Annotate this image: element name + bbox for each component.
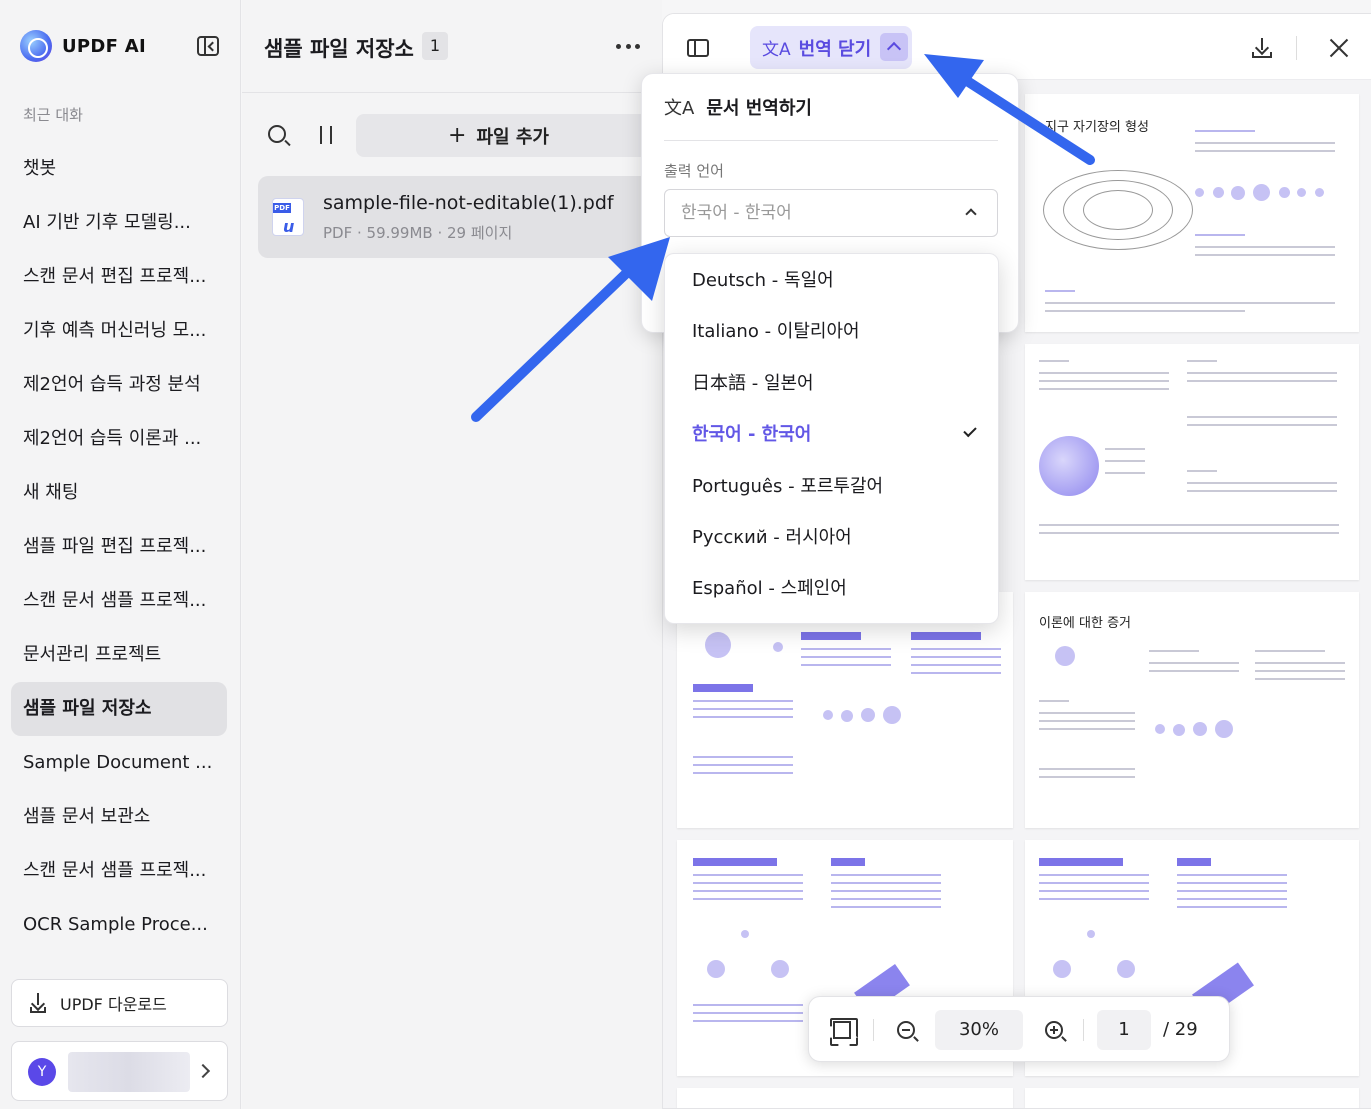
file-panel-header: 샘플 파일 저장소 1: [242, 0, 662, 93]
translate-icon: 文A: [762, 40, 791, 60]
plus-icon: +: [448, 123, 467, 148]
language-option[interactable]: Deutsch - 독일어: [665, 255, 998, 306]
language-option-label: 한국어 - 한국어: [692, 424, 812, 446]
pdf-badge: PDF: [273, 203, 291, 213]
sort-icon[interactable]: [316, 124, 336, 146]
page-thumbnail[interactable]: [677, 592, 1013, 828]
language-option[interactable]: Português - 포르투갈어: [665, 461, 998, 512]
updf-logo-icon: [20, 30, 52, 62]
chevron-right-icon: [195, 1063, 211, 1079]
divider: [664, 140, 998, 141]
page-number-input[interactable]: 1: [1097, 1010, 1151, 1050]
viewer-toolbar: 文A 번역 닫기: [663, 14, 1371, 80]
toolbar-divider: [1083, 1019, 1084, 1041]
add-file-label: 파일 추가: [476, 126, 549, 148]
chat-item[interactable]: 제2언어 습득 과정 분석: [11, 358, 227, 412]
add-file-button[interactable]: + 파일 추가: [356, 114, 656, 157]
chat-item[interactable]: AI 기반 기후 모델링...: [11, 196, 227, 250]
thumbnail-title: 지구 자기장의 형성: [1045, 120, 1149, 135]
file-meta: PDF · 59.99MB · 29 페이지: [323, 224, 513, 242]
file-panel: 샘플 파일 저장소 1 + 파일 추가 PDF u sample-file-no…: [242, 0, 662, 1109]
search-icon[interactable]: [268, 125, 286, 143]
language-option[interactable]: Italiano - 이탈리아어: [665, 306, 998, 357]
toggle-panel-icon[interactable]: [687, 39, 709, 57]
toolbar-divider: [1296, 36, 1297, 60]
chat-item[interactable]: 기후 예측 머신러닝 모...: [11, 304, 227, 358]
output-language-value: 한국어 - 한국어: [681, 203, 792, 223]
page-thumbnail[interactable]: [1025, 1088, 1359, 1108]
zoom-toolbar: 30% 1 / 29: [808, 996, 1230, 1062]
download-icon: [28, 993, 48, 1013]
language-option-selected[interactable]: 한국어 - 한국어: [665, 409, 998, 460]
page-title: 샘플 파일 저장소: [264, 37, 414, 61]
language-dropdown: Deutsch - 독일어 Italiano - 이탈리아어 日本語 - 일본어…: [664, 253, 999, 624]
user-account-card[interactable]: Y: [11, 1041, 228, 1101]
chat-item[interactable]: 샘플 문서 보관소: [11, 790, 227, 844]
chat-item[interactable]: 샘플 파일 편집 프로젝...: [11, 520, 227, 574]
chat-item[interactable]: OCR Sample Proce...: [11, 898, 227, 952]
page-thumbnail[interactable]: 지구 자기장의 형성: [1025, 94, 1359, 332]
output-language-label: 출력 언어: [664, 162, 724, 180]
chevron-up-icon: [965, 208, 977, 220]
collapse-sidebar-icon[interactable]: [197, 36, 219, 56]
download-icon[interactable]: [1252, 38, 1272, 58]
page-thumbnail[interactable]: [1025, 344, 1359, 580]
more-options-icon[interactable]: [616, 44, 640, 50]
file-count-badge: 1: [422, 32, 448, 60]
popover-title-text: 문서 번역하기: [706, 98, 812, 119]
chat-list: 챗봇 AI 기반 기후 모델링... 스캔 문서 편집 프로젝... 기후 예측…: [11, 142, 227, 952]
zoom-level[interactable]: 30%: [935, 1010, 1023, 1050]
thumbnail-title: 이론에 대한 증거: [1039, 616, 1131, 631]
user-name-blurred: [68, 1052, 190, 1092]
brand[interactable]: UPDF AI: [20, 30, 146, 62]
output-language-select[interactable]: 한국어 - 한국어: [664, 189, 998, 237]
popover-title: 文A 문서 번역하기: [664, 94, 812, 120]
chat-item[interactable]: 스캔 문서 샘플 프로젝...: [11, 844, 227, 898]
page-thumbnail[interactable]: 이론에 대한 증거: [1025, 592, 1359, 828]
language-option[interactable]: Русский - 러시아어: [665, 512, 998, 563]
page-total: / 29: [1163, 1019, 1198, 1040]
chat-item[interactable]: 스캔 문서 편집 프로젝...: [11, 250, 227, 304]
language-option[interactable]: 日本語 - 일본어: [665, 358, 998, 409]
zoom-out-icon[interactable]: [897, 1021, 919, 1042]
file-name: sample-file-not-editable(1).pdf: [323, 192, 614, 214]
fit-page-icon[interactable]: [833, 1021, 851, 1039]
chat-item-active[interactable]: 샘플 파일 저장소: [11, 682, 227, 736]
pdf-file-icon: PDF u: [272, 198, 304, 236]
translate-icon: 文A: [664, 98, 695, 119]
chevron-up-icon[interactable]: [880, 33, 908, 61]
page-thumbnail[interactable]: [677, 1088, 1013, 1108]
chat-item[interactable]: Sample Document ...: [11, 736, 227, 790]
language-option[interactable]: Español - 스페인어: [665, 563, 998, 614]
close-icon[interactable]: [1329, 38, 1349, 58]
chat-item[interactable]: 새 채팅: [11, 466, 227, 520]
file-list-item[interactable]: PDF u sample-file-not-editable(1).pdf PD…: [258, 176, 662, 258]
download-label: UPDF 다운로드: [60, 995, 167, 1014]
sidebar: UPDF AI 최근 대화 챗봇 AI 기반 기후 모델링... 스캔 문서 편…: [0, 0, 241, 1109]
chat-item[interactable]: 스캔 문서 샘플 프로젝...: [11, 574, 227, 628]
checkmark-icon: [963, 423, 977, 438]
zoom-in-icon[interactable]: [1045, 1021, 1067, 1042]
chat-item[interactable]: 제2언어 습득 이론과 ...: [11, 412, 227, 466]
close-translation-button[interactable]: 文A 번역 닫기: [750, 26, 912, 69]
avatar: Y: [28, 1058, 56, 1086]
translate-button-label: 번역 닫기: [798, 38, 872, 60]
chat-item[interactable]: 챗봇: [11, 142, 227, 196]
recent-chats-label: 최근 대화: [23, 106, 83, 124]
brand-name: UPDF AI: [62, 35, 147, 57]
toolbar-divider: [873, 1019, 874, 1041]
updf-download-button[interactable]: UPDF 다운로드: [11, 979, 228, 1027]
chat-item[interactable]: 문서관리 프로젝트: [11, 628, 227, 682]
